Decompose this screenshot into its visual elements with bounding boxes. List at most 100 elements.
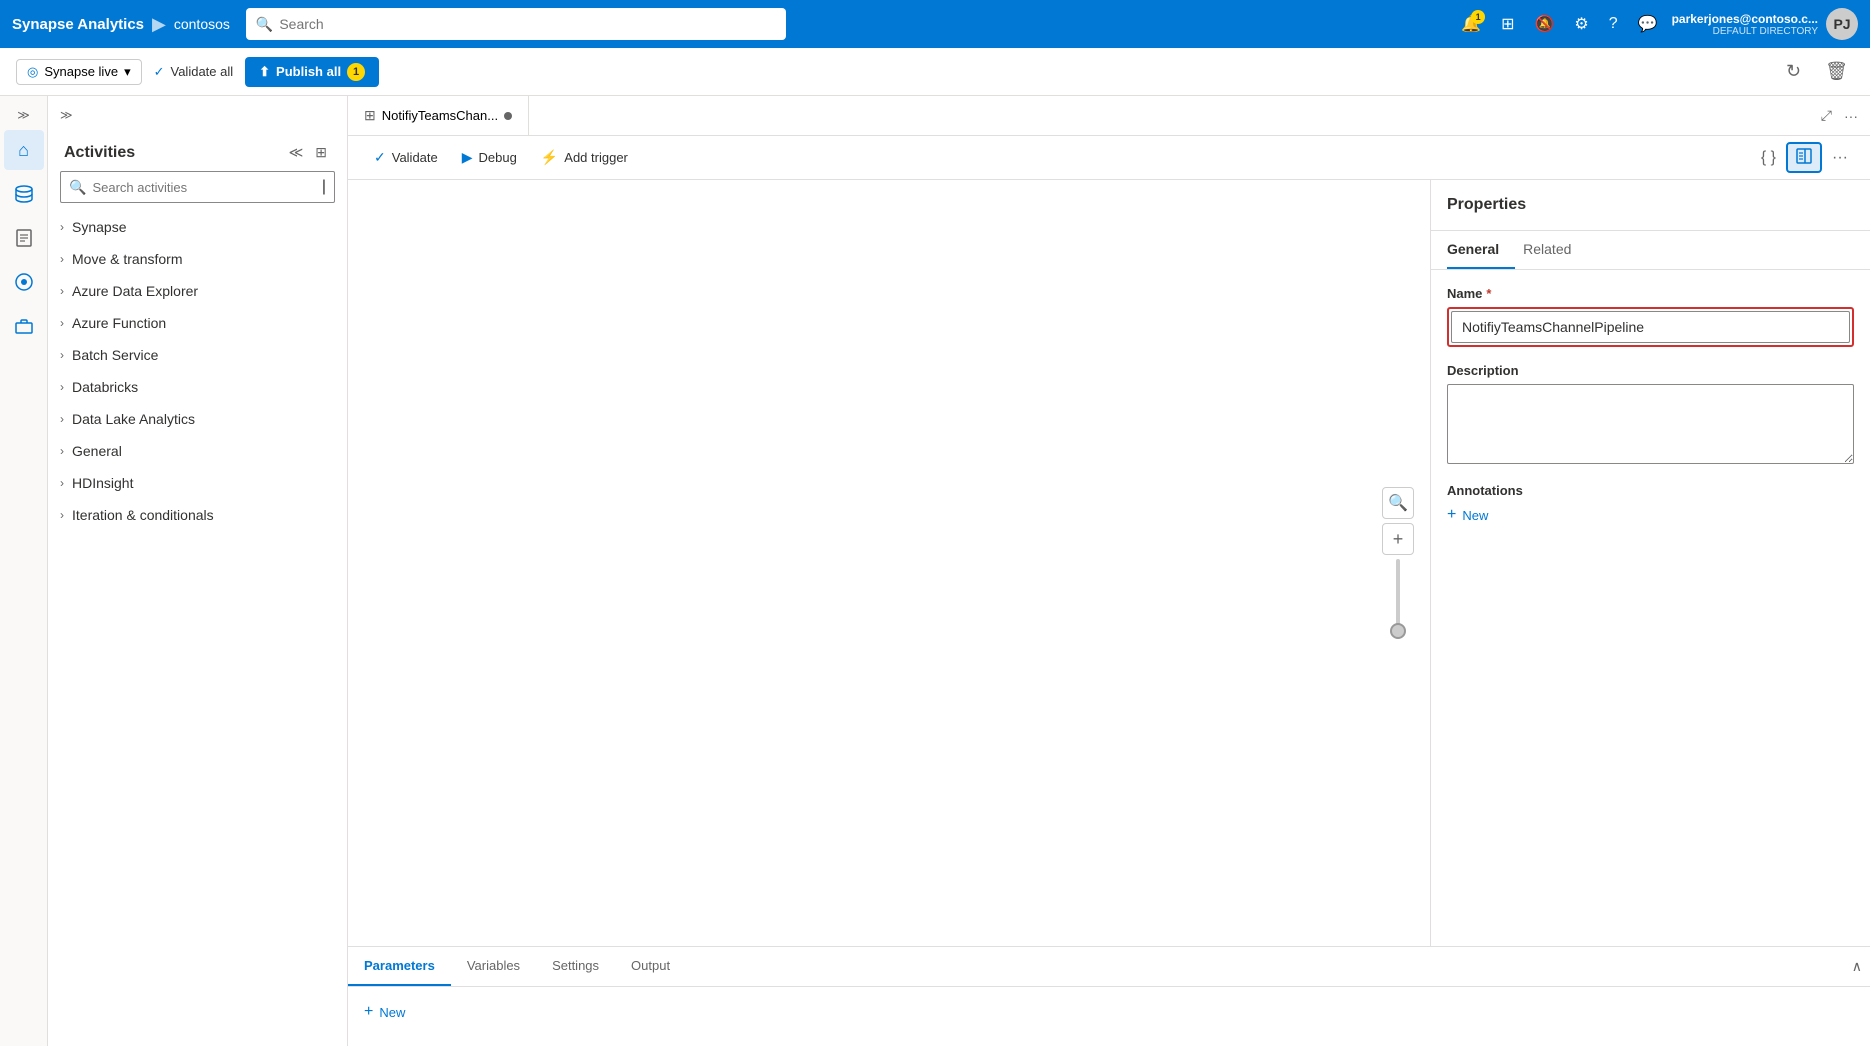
plus-icon: + (1447, 506, 1456, 524)
tab-variables[interactable]: Variables (451, 947, 536, 986)
monitor-icon (14, 272, 34, 292)
activities-panel: ≫ Activities ≪ ⊞ 🔍 | › Synapse › Move & … (48, 96, 348, 1046)
sidebar-document-button[interactable] (4, 218, 44, 258)
activity-group-iteration-conditionals[interactable]: › Iteration & conditionals (48, 499, 347, 531)
validate-all-button[interactable]: ✓ Validate all (154, 64, 234, 80)
activity-group-azure-data-explorer[interactable]: › Azure Data Explorer (48, 275, 347, 307)
activity-group-synapse[interactable]: › Synapse (48, 211, 347, 243)
pipeline-tab-notifiy[interactable]: ⊞ NotifiyTeamsChan... (348, 96, 529, 135)
checkmark-icon: ✓ (374, 149, 386, 166)
checkmark-icon: ✓ (154, 64, 165, 80)
validate-button[interactable]: ✓ Validate (364, 143, 448, 172)
sidebar-briefcase-button[interactable] (4, 306, 44, 346)
refresh-button[interactable]: ↻ (1780, 57, 1807, 86)
zoom-track (1396, 559, 1400, 639)
panel-header-actions: ≪ ⊞ (285, 142, 331, 163)
tab-output[interactable]: Output (615, 947, 686, 986)
name-input[interactable] (1451, 311, 1850, 343)
parameters-new-button[interactable]: + New (364, 1003, 405, 1021)
tab-general[interactable]: General (1447, 231, 1515, 269)
bottom-content: + New (348, 986, 1870, 1046)
canvas-search-button[interactable]: 🔍 (1382, 487, 1414, 519)
search-input[interactable] (279, 16, 776, 32)
tab-more-button[interactable]: ··· (1840, 103, 1862, 128)
annotations-title: Annotations (1447, 483, 1854, 498)
notification-badge: 1 (1471, 10, 1485, 24)
tab-actions: ⤢ ··· (1809, 103, 1870, 128)
collapse-sidebar-button[interactable]: ≫ (13, 104, 34, 126)
tab-parameters[interactable]: Parameters (348, 947, 451, 986)
activity-group-move-transform[interactable]: › Move & transform (48, 243, 347, 275)
activities-title: Activities (64, 144, 135, 162)
properties-panel-icon (1796, 148, 1812, 164)
annotations-new-button[interactable]: + New (1447, 506, 1488, 524)
properties-content: Name * Description Anno (1431, 270, 1870, 946)
sidebar-monitor-button[interactable] (4, 262, 44, 302)
briefcase-icon (14, 316, 34, 336)
tab-settings[interactable]: Settings (536, 947, 615, 986)
properties-title: Properties (1447, 196, 1526, 213)
notifications-button[interactable]: 🔔 1 (1455, 8, 1487, 40)
chevron-right-icon: › (60, 444, 64, 458)
user-avatar[interactable]: PJ (1826, 8, 1858, 40)
activity-group-data-lake-analytics[interactable]: › Data Lake Analytics (48, 403, 347, 435)
synapse-live-button[interactable]: ◎ Synapse live ▾ (16, 59, 142, 85)
activity-group-hdinsight[interactable]: › HDInsight (48, 467, 347, 499)
chevron-right-icon: › (60, 284, 64, 298)
pipeline-tabs-bar: ⊞ NotifiyTeamsChan... ⤢ ··· (348, 96, 1870, 136)
help-button[interactable]: ? (1603, 9, 1624, 39)
description-label: Description (1447, 363, 1854, 378)
activities-search-input[interactable] (92, 180, 315, 195)
top-nav-bar: Synapse Analytics ▶ contosos 🔍 🔔 1 ⊞ 🔕 ⚙… (0, 0, 1870, 48)
add-trigger-button[interactable]: ⚡ Add trigger (531, 143, 638, 172)
activity-group-batch-service[interactable]: › Batch Service (48, 339, 347, 371)
tenant-name: contosos (174, 16, 230, 32)
debug-button[interactable]: ▶ Debug (452, 143, 527, 172)
search-icon: 🔍 (256, 16, 273, 33)
global-search-bar[interactable]: 🔍 (246, 8, 786, 40)
settings-gear-button[interactable]: ⚙ (1568, 8, 1594, 40)
canvas-zoom-in-button[interactable]: + (1382, 523, 1414, 555)
name-form-group: Name * (1447, 286, 1854, 347)
sidebar-home-button[interactable]: ⌂ (4, 130, 44, 170)
delete-button[interactable]: 🗑 (1819, 57, 1854, 86)
properties-panel: Properties General Related Name * (1430, 180, 1870, 946)
chevron-right-icon: › (60, 508, 64, 522)
tab-related[interactable]: Related (1523, 231, 1587, 269)
activities-list: › Synapse › Move & transform › Azure Dat… (48, 211, 347, 1046)
bell-icon-button[interactable]: 🔕 (1528, 8, 1560, 40)
name-field-wrapper (1447, 307, 1854, 347)
activity-group-general[interactable]: › General (48, 435, 347, 467)
chevron-down-icon: ▾ (124, 64, 131, 80)
description-textarea[interactable] (1447, 384, 1854, 464)
collapse-bottom-panel-button[interactable]: ∧ (1844, 950, 1870, 983)
main-layout: ≫ ⌂ (0, 96, 1870, 1046)
chevron-right-icon: › (60, 348, 64, 362)
chevron-right-icon: › (60, 252, 64, 266)
code-view-button[interactable]: { } (1755, 145, 1782, 171)
pipeline-tab-icon: ⊞ (364, 107, 376, 124)
cursor-icon: | (322, 178, 326, 196)
collapse-all-button[interactable]: ≪ (285, 142, 308, 163)
user-info: parkerjones@contoso.c... DEFAULT DIRECTO… (1672, 12, 1818, 37)
sidebar-database-button[interactable] (4, 174, 44, 214)
toolbar-more-button[interactable]: ··· (1826, 145, 1854, 171)
document-icon (14, 228, 34, 248)
database-icon (14, 184, 34, 204)
synapse-live-icon: ◎ (27, 64, 38, 80)
zoom-thumb[interactable] (1390, 623, 1406, 639)
remote-desktop-button[interactable]: ⊞ (1495, 8, 1520, 40)
activity-group-databricks[interactable]: › Databricks (48, 371, 347, 403)
filter-button[interactable]: ⊞ (311, 142, 331, 163)
user-section: parkerjones@contoso.c... DEFAULT DIRECTO… (1672, 8, 1858, 40)
feedback-button[interactable]: 💬 (1632, 8, 1664, 40)
pipeline-canvas[interactable]: 🔍 + (348, 180, 1430, 946)
properties-button[interactable] (1786, 142, 1822, 173)
activities-search-box[interactable]: 🔍 | (60, 171, 335, 203)
activity-group-azure-function[interactable]: › Azure Function (48, 307, 347, 339)
chevron-right-icon: › (60, 220, 64, 234)
chevron-right-icon: › (60, 476, 64, 490)
expand-tab-button[interactable]: ⤢ (1817, 103, 1836, 128)
expand-sidebar-button[interactable]: ≫ (56, 104, 77, 126)
publish-all-button[interactable]: ⬆ Publish all 1 (245, 57, 379, 87)
